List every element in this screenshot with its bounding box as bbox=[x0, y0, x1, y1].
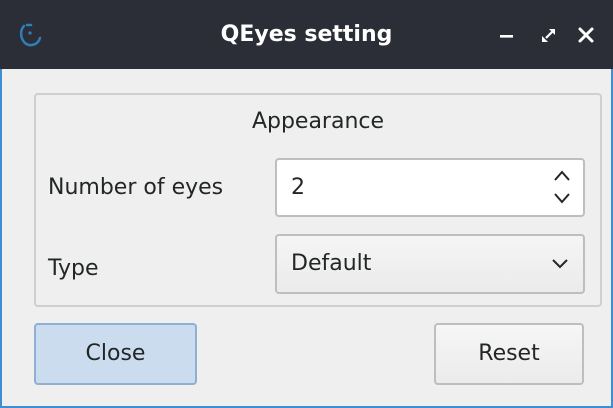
close-button[interactable]: Close bbox=[34, 323, 197, 385]
spin-up-icon[interactable] bbox=[551, 167, 573, 185]
spin-down-icon[interactable] bbox=[551, 189, 573, 207]
close-icon[interactable] bbox=[572, 21, 600, 49]
maximize-icon[interactable] bbox=[534, 21, 562, 49]
type-label: Type bbox=[48, 256, 99, 281]
number-of-eyes-spinbox[interactable]: 2 bbox=[275, 158, 585, 217]
type-combobox[interactable]: Default bbox=[275, 234, 585, 294]
reset-button[interactable]: Reset bbox=[434, 323, 584, 385]
type-selected-value: Default bbox=[291, 251, 372, 276]
qeyes-settings-window: QEyes setting Appearance Number of eyes … bbox=[0, 0, 613, 408]
number-of-eyes-value[interactable]: 2 bbox=[291, 160, 305, 215]
chevron-down-icon[interactable] bbox=[549, 256, 571, 272]
number-of-eyes-label: Number of eyes bbox=[48, 175, 224, 200]
titlebar: QEyes setting bbox=[0, 0, 613, 69]
appearance-group-title: Appearance bbox=[251, 109, 385, 134]
minimize-icon[interactable] bbox=[494, 21, 522, 49]
